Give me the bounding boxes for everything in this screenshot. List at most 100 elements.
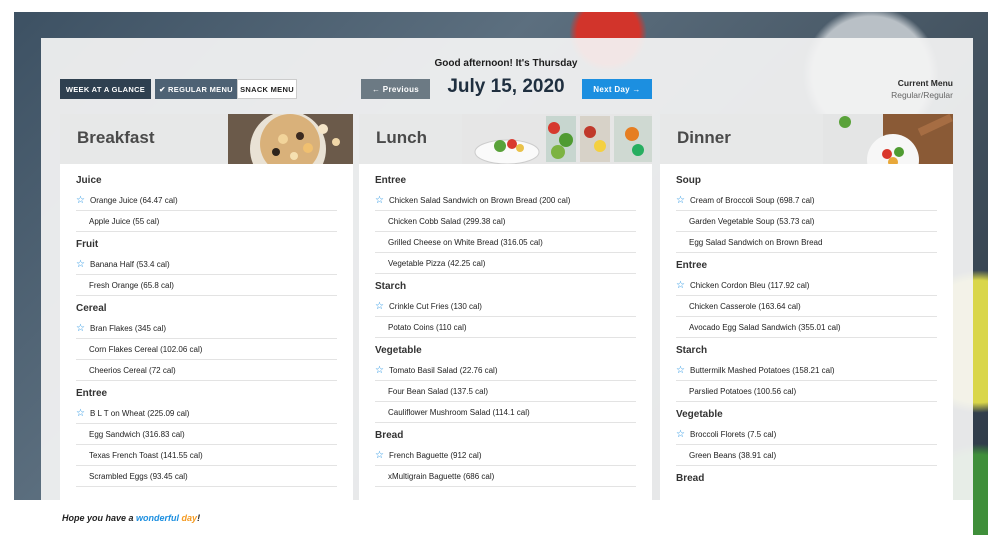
dinner-header: Dinner	[660, 114, 953, 164]
menu-item-label: Chicken Cordon Bleu (117.92 cal)	[690, 280, 810, 290]
menu-item-label: Green Beans (38.91 cal)	[689, 450, 777, 460]
menu-item-label: Buttermilk Mashed Potatoes (158.21 cal)	[690, 365, 835, 375]
menu-item[interactable]: ☆ Cream of Broccoli Soup (698.7 cal)	[676, 190, 937, 211]
menu-item-label: Cheerios Cereal (72 cal)	[89, 365, 176, 375]
menu-item[interactable]: Apple Juice (55 cal)	[76, 211, 337, 232]
menu-item[interactable]: Egg Sandwich (316.83 cal)	[76, 424, 337, 445]
menu-item[interactable]: Texas French Toast (141.55 cal)	[76, 445, 337, 466]
breakfast-column: Breakfast Juice ☆ Orange Juice (64.47 cal)…	[60, 114, 353, 500]
category-heading: Starch	[676, 345, 708, 356]
menu-item[interactable]: Cheerios Cereal (72 cal)	[76, 360, 337, 381]
dinner-food-image	[823, 114, 953, 164]
category-heading: Entree	[676, 260, 708, 271]
menu-item[interactable]: Scrambled Eggs (93.45 cal)	[76, 466, 337, 487]
menu-item-label: Orange Juice (64.47 cal)	[90, 195, 178, 205]
menu-item[interactable]: ☆ French Baguette (912 cal)	[375, 445, 636, 466]
menu-item-label: B L T on Wheat (225.09 cal)	[90, 408, 190, 418]
footer-prefix: Hope you have a	[62, 513, 137, 523]
menu-item-label: Cauliflower Mushroom Salad (114.1 cal)	[388, 407, 530, 417]
menu-item-label: Garden Vegetable Soup (53.73 cal)	[689, 216, 815, 226]
star-outline-icon[interactable]: ☆	[375, 450, 389, 461]
next-day-button[interactable]: Next Day →	[582, 79, 652, 99]
category-heading: Bread	[676, 473, 705, 484]
menu-item-label: Crinkle Cut Fries (130 cal)	[389, 301, 482, 311]
star-outline-icon[interactable]: ☆	[375, 301, 389, 312]
current-date: July 15, 2020	[447, 76, 565, 97]
breakfast-list: Juice ☆ Orange Juice (64.47 cal) Apple Juic…	[60, 164, 353, 487]
breakfast-header: Breakfast	[60, 114, 353, 164]
menu-item-label: Egg Salad Sandwich on Brown Bread	[689, 237, 823, 247]
menu-item-label: French Baguette (912 cal)	[389, 450, 482, 460]
menu-item-label: Banana Half (53.4 cal)	[90, 259, 170, 269]
category-heading: Vegetable	[676, 409, 723, 420]
star-outline-icon[interactable]: ☆	[76, 323, 90, 334]
menu-item[interactable]: Grilled Cheese on White Bread (316.05 ca…	[375, 232, 636, 253]
menu-item[interactable]: ☆ Orange Juice (64.47 cal)	[76, 190, 337, 211]
menu-item[interactable]: Chicken Casserole (163.64 cal)	[676, 296, 937, 317]
category-heading: Juice	[76, 175, 102, 186]
star-outline-icon[interactable]: ☆	[676, 195, 690, 206]
menu-item[interactable]: Garden Vegetable Soup (53.73 cal)	[676, 211, 937, 232]
menu-item[interactable]: Parslied Potatoes (100.56 cal)	[676, 381, 937, 402]
previous-day-button[interactable]: ← Previous	[361, 79, 430, 99]
menu-item-label: Corn Flakes Cereal (102.06 cal)	[89, 344, 203, 354]
week-at-a-glance-button[interactable]: WEEK AT A GLANCE	[60, 79, 151, 99]
menu-item[interactable]: Potato Coins (110 cal)	[375, 317, 636, 338]
category-heading: Cereal	[76, 303, 107, 314]
menu-item[interactable]: Cauliflower Mushroom Salad (114.1 cal)	[375, 402, 636, 423]
menu-item-label: Chicken Casserole (163.64 cal)	[689, 301, 801, 311]
menu-item[interactable]: ☆ Buttermilk Mashed Potatoes (158.21 cal)	[676, 360, 937, 381]
menu-item[interactable]: Chicken Cobb Salad (299.38 cal)	[375, 211, 636, 232]
menu-item[interactable]: ☆ Chicken Salad Sandwich on Brown Bread (…	[375, 190, 636, 211]
star-outline-icon[interactable]: ☆	[76, 195, 90, 206]
category-heading: Fruit	[76, 239, 99, 250]
menu-item[interactable]: ☆ Chicken Cordon Bleu (117.92 cal)	[676, 275, 937, 296]
category-heading: Starch	[375, 281, 407, 292]
menu-item-label: Broccoli Florets (7.5 cal)	[690, 429, 777, 439]
star-outline-icon[interactable]: ☆	[375, 195, 389, 206]
menu-item-label: Apple Juice (55 cal)	[89, 216, 160, 226]
menu-item[interactable]: ☆ B L T on Wheat (225.09 cal)	[76, 403, 337, 424]
snack-menu-button[interactable]: SNACK MENU	[237, 79, 297, 99]
menu-item-label: Bran Flakes (345 cal)	[90, 323, 167, 333]
menu-item[interactable]: Corn Flakes Cereal (102.06 cal)	[76, 339, 337, 360]
menu-item-label: Chicken Salad Sandwich on Brown Bread (2…	[389, 195, 571, 205]
lunch-header: Lunch	[359, 114, 652, 164]
menu-item[interactable]: ☆ Broccoli Florets (7.5 cal)	[676, 424, 937, 445]
menu-item[interactable]: Avocado Egg Salad Sandwich (355.01 cal)	[676, 317, 937, 338]
menu-item-label: Chicken Cobb Salad (299.38 cal)	[388, 216, 506, 226]
footer: Hope you have a wonderful day!	[14, 500, 973, 535]
star-outline-icon[interactable]: ☆	[76, 259, 90, 270]
category-heading: Entree	[375, 175, 407, 186]
footer-suffix: !	[197, 513, 201, 523]
dinner-list: Soup ☆ Cream of Broccoli Soup (698.7 cal) G…	[660, 164, 953, 486]
menu-item[interactable]: Egg Salad Sandwich on Brown Bread	[676, 232, 937, 253]
category-heading: Bread	[375, 430, 404, 441]
menu-item[interactable]: ☆ Bran Flakes (345 cal)	[76, 318, 337, 339]
menu-item[interactable]: ☆ Banana Half (53.4 cal)	[76, 254, 337, 275]
category-heading: Entree	[76, 388, 108, 399]
menu-item[interactable]: ☆ Tomato Basil Salad (22.76 cal)	[375, 360, 636, 381]
menu-item[interactable]: Green Beans (38.91 cal)	[676, 445, 937, 466]
regular-menu-button[interactable]: ✔ REGULAR MENU	[155, 79, 237, 99]
menu-item[interactable]: ☆ Crinkle Cut Fries (130 cal)	[375, 296, 636, 317]
menu-item-label: Potato Coins (110 cal)	[388, 322, 467, 332]
star-outline-icon[interactable]: ☆	[676, 365, 690, 376]
menu-item-label: Egg Sandwich (316.83 cal)	[89, 429, 185, 439]
menu-item[interactable]: Fresh Orange (65.8 cal)	[76, 275, 337, 296]
star-outline-icon[interactable]: ☆	[76, 408, 90, 419]
footer-word-wonderful: wonderful	[136, 513, 180, 523]
menu-item[interactable]: Vegetable Pizza (42.25 cal)	[375, 253, 636, 274]
menu-item-label: Grilled Cheese on White Bread (316.05 ca…	[388, 237, 543, 247]
dinner-column: Dinner Soup ☆ Cream of Broccoli Soup (698.…	[660, 114, 953, 500]
dinner-title: Dinner	[677, 128, 731, 147]
menu-item[interactable]: Four Bean Salad (137.5 cal)	[375, 381, 636, 402]
menu-item-label: Tomato Basil Salad (22.76 cal)	[389, 365, 498, 375]
star-outline-icon[interactable]: ☆	[676, 429, 690, 440]
current-menu-label: Current Menu	[897, 78, 953, 88]
lunch-list: Entree ☆ Chicken Salad Sandwich on Brown B…	[359, 164, 652, 487]
star-outline-icon[interactable]: ☆	[676, 280, 690, 291]
menu-item-label: Scrambled Eggs (93.45 cal)	[89, 471, 188, 481]
star-outline-icon[interactable]: ☆	[375, 365, 389, 376]
menu-item[interactable]: xMultigrain Baguette (686 cal)	[375, 466, 636, 487]
